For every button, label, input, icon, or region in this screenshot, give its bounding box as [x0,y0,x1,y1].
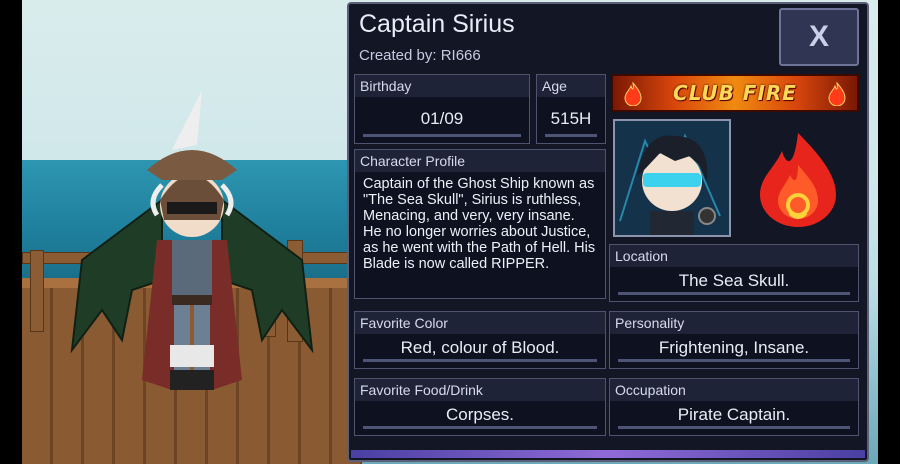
close-icon: X [808,20,829,53]
divider [618,426,850,429]
location-field: Location The Sea Skull. [609,244,859,302]
occupation-value: Pirate Captain. [677,405,791,424]
divider [618,292,850,295]
profile-label: Character Profile [355,150,605,172]
favorite-color-label: Favorite Color [355,312,605,334]
character-avatar [613,119,731,237]
character-profile-field: Character Profile Captain of the Ghost S… [354,149,606,299]
location-value: The Sea Skull. [678,271,790,290]
club-banner: CLUB FIRE [611,74,859,112]
fire-icon [828,82,846,106]
profile-text: Captain of the Ghost Ship known as "The … [363,176,596,272]
personality-label: Personality [610,312,858,334]
favorite-food-value: Corpses. [445,405,515,424]
letterbox-right [878,0,900,464]
letterbox-left [0,0,22,464]
favorite-food-field: Favorite Food/Drink Corpses. [354,378,606,436]
occupation-label: Occupation [610,379,858,401]
location-label: Location [610,245,858,267]
panel-footer-bar [351,450,865,458]
age-field: Age 515H [536,74,606,144]
birthday-value: 01/09 [420,109,464,128]
club-name: CLUB FIRE [673,81,797,105]
dock-post [30,250,44,332]
favorite-color-field: Favorite Color Red, colour of Blood. [354,311,606,369]
divider [545,134,597,137]
occupation-field: Occupation Pirate Captain. [609,378,859,436]
divider [363,426,597,429]
character-name: Captain Sirius [359,10,515,38]
club-fire-icon [760,133,836,227]
personality-value: Frightening, Insane. [658,338,810,357]
character-sprite [70,90,314,390]
birthday-label: Birthday [355,75,529,97]
birthday-field: Birthday 01/09 [354,74,530,144]
personality-field: Personality Frightening, Insane. [609,311,859,369]
divider [363,359,597,362]
close-button[interactable]: X [779,8,859,66]
divider [618,359,850,362]
divider [363,134,521,137]
favorite-color-value: Red, colour of Blood. [400,338,560,357]
fire-icon [624,82,642,106]
age-label: Age [537,75,605,97]
character-info-panel: Captain Sirius Created by: RI666 X Birth… [347,2,869,462]
favorite-food-label: Favorite Food/Drink [355,379,605,401]
age-value: 515H [550,109,592,128]
creator-label: Created by: RI666 [359,47,481,64]
